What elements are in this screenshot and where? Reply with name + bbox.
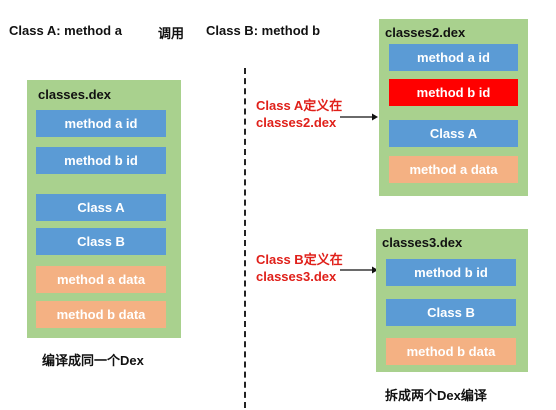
arrow-to-classes3 bbox=[340, 266, 378, 274]
left-method-b-id: method b id bbox=[36, 147, 166, 174]
right-top-method-a-id: method a id bbox=[389, 44, 518, 71]
right-top-class-a: Class A bbox=[389, 120, 518, 147]
right-bottom-class-b: Class B bbox=[386, 299, 516, 326]
header-class-a: Class A: method a bbox=[9, 23, 122, 38]
classes3-dex-title: classes3.dex bbox=[382, 235, 463, 250]
header-class-b: Class B: method b bbox=[206, 23, 321, 38]
right-bottom-method-b-data: method b data bbox=[386, 338, 516, 365]
arrow-to-classes2 bbox=[340, 113, 378, 121]
left-method-b-data: method b data bbox=[36, 301, 166, 328]
left-method-a-id: method a id bbox=[36, 110, 166, 137]
left-caption: 编译成同一个Dex bbox=[42, 353, 144, 368]
dashed-divider bbox=[244, 68, 246, 408]
left-method-a-data: method a data bbox=[36, 266, 166, 293]
note-class-b-line2: classes3.dex bbox=[256, 269, 337, 284]
classes-dex-title: classes.dex bbox=[38, 87, 112, 102]
note-class-a-line2: classes2.dex bbox=[256, 115, 337, 130]
note-class-b: Class B定义在 classes3.dex bbox=[256, 251, 343, 285]
classes2-dex-title: classes2.dex bbox=[385, 25, 466, 40]
right-top-method-b-id: method b id bbox=[389, 79, 518, 106]
note-class-a-line1: Class A定义在 bbox=[256, 98, 343, 113]
right-bottom-method-b-id: method b id bbox=[386, 259, 516, 286]
right-top-method-a-data: method a data bbox=[389, 156, 518, 183]
right-caption: 拆成两个Dex编译 bbox=[385, 388, 487, 403]
left-class-a: Class A bbox=[36, 194, 166, 221]
note-class-b-line1: Class B定义在 bbox=[256, 252, 343, 267]
left-class-b: Class B bbox=[36, 228, 166, 255]
note-class-a: Class A定义在 classes2.dex bbox=[256, 97, 342, 131]
header-call: 调用 bbox=[158, 26, 185, 41]
